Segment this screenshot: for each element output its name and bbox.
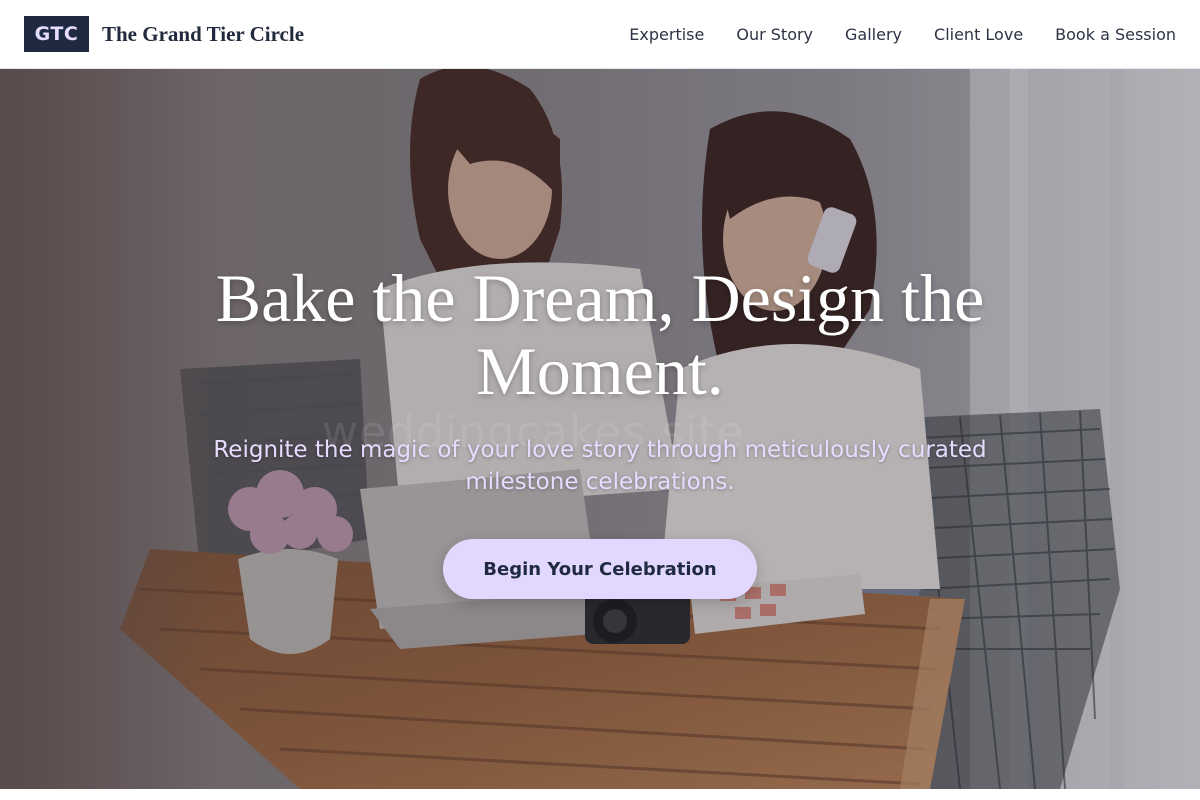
hero-title: Bake the Dream, Design the Moment. <box>215 260 985 409</box>
hero-subtitle: Reignite the magic of your love story th… <box>213 437 987 495</box>
nav-link-our-story[interactable]: Our Story <box>736 25 813 44</box>
hero-content: Bake the Dream, Design the Moment. Reign… <box>0 262 1200 599</box>
nav-link-book-session[interactable]: Book a Session <box>1055 25 1176 44</box>
brand-home-link[interactable]: GTC The Grand Tier Circle <box>24 16 304 52</box>
page-bottom-strip <box>0 789 1200 800</box>
brand-name: The Grand Tier Circle <box>102 21 305 46</box>
nav-link-expertise[interactable]: Expertise <box>629 25 704 44</box>
logo-badge: GTC <box>24 16 89 52</box>
site-header: GTC The Grand Tier Circle Expertise Our … <box>0 0 1200 69</box>
main-nav: Expertise Our Story Gallery Client Love … <box>629 25 1176 44</box>
hero-section: weddingcakes.site Bake the Dream, Design… <box>0 69 1200 789</box>
begin-celebration-button[interactable]: Begin Your Celebration <box>443 539 757 599</box>
nav-link-client-love[interactable]: Client Love <box>934 25 1023 44</box>
nav-link-gallery[interactable]: Gallery <box>845 25 902 44</box>
